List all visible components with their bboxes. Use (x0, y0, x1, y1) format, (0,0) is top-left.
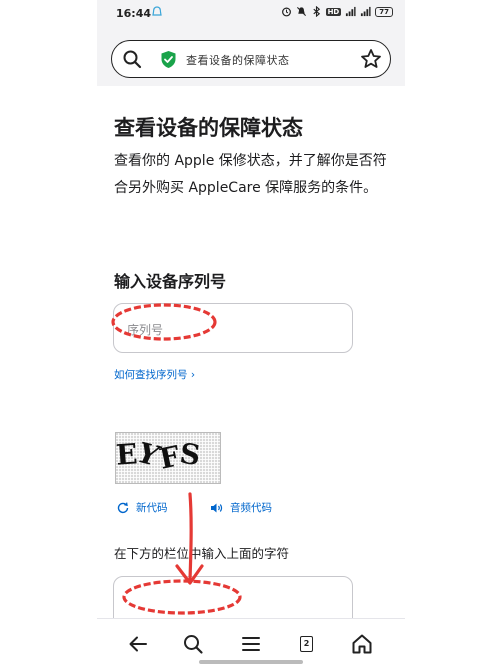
bluetooth-icon (312, 6, 320, 17)
annotation-arrow-line (188, 492, 193, 582)
captcha-image: EYFS (115, 432, 221, 484)
serial-number-input[interactable]: 序列号 (113, 303, 353, 353)
speaker-icon (211, 503, 223, 512)
alarm-icon (281, 7, 291, 17)
find-serial-link[interactable]: 如何查找序列号 › (114, 367, 195, 382)
captcha-characters: EYFS (114, 436, 204, 476)
serial-section-label: 输入设备序列号 (114, 272, 227, 291)
menu-icon[interactable] (239, 632, 263, 656)
nav-search-icon[interactable] (181, 632, 205, 656)
refresh-icon (117, 502, 129, 513)
secure-shield-icon (161, 51, 176, 68)
phone-screen: 16:44 HD 77 查看设备的保障状态 查看设备的保障状态 查看你的 App… (97, 0, 405, 667)
new-code-label: 新代码 (136, 502, 168, 514)
status-time: 16:44 (116, 7, 152, 20)
page-description: 查看你的 Apple 保修状态，并了解你是否符合另外购买 AppleCare 保… (114, 153, 387, 196)
page-title: 查看设备的保障状态 (114, 116, 303, 140)
status-icons: HD 77 (281, 6, 393, 17)
volte-badge: HD (325, 7, 342, 16)
signal-icon (346, 6, 356, 17)
battery-indicator: 77 (375, 6, 393, 17)
mute-bell-icon (296, 6, 306, 17)
captcha-instruction: 在下方的栏位中输入上面的字符 (114, 546, 290, 561)
address-bar[interactable]: 查看设备的保障状态 (111, 40, 391, 78)
notification-app-icon (152, 6, 162, 16)
new-code-button[interactable]: 新代码 (117, 500, 168, 515)
home-icon[interactable] (350, 632, 374, 656)
tab-count: 2 (300, 636, 313, 652)
audio-code-label: 音频代码 (230, 502, 272, 514)
status-bar: 16:44 HD 77 (97, 0, 405, 28)
signal-icon-2 (361, 6, 371, 17)
address-bar-title[interactable]: 查看设备的保障状态 (186, 52, 290, 68)
home-indicator[interactable] (199, 660, 303, 664)
serial-placeholder: 序列号 (127, 323, 164, 337)
search-icon[interactable] (122, 49, 142, 69)
tabs-button[interactable]: 2 (295, 632, 319, 656)
bookmark-star-icon[interactable] (360, 48, 382, 70)
back-arrow-icon[interactable] (126, 632, 150, 656)
audio-code-button[interactable]: 音频代码 (210, 500, 272, 515)
